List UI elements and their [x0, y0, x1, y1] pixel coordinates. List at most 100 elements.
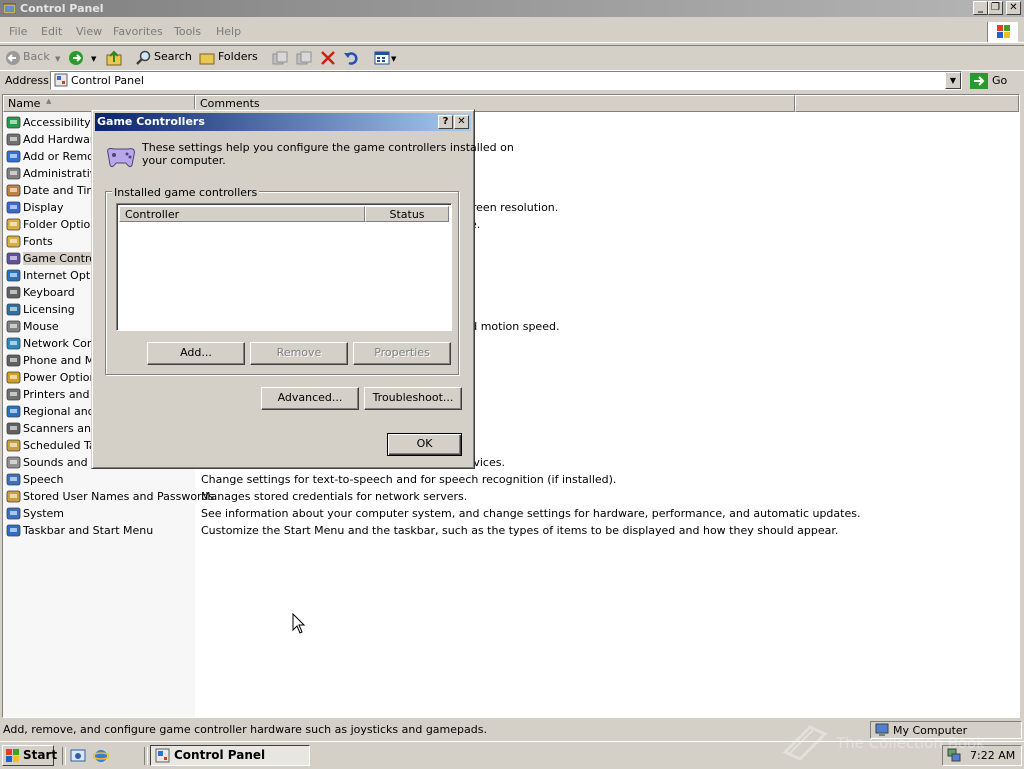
dialog-title: Game Controllers: [97, 115, 205, 128]
controller-list[interactable]: Controller Status: [116, 203, 452, 331]
game-controllers-dialog: Game Controllers ? ✕ These settings help…: [91, 109, 514, 469]
control-panel-icon: [54, 73, 68, 90]
list-item-name: Display: [23, 201, 64, 214]
up-folder-icon[interactable]: [105, 49, 123, 70]
help-button[interactable]: ?: [438, 115, 453, 129]
status-bar: Add, remove, and configure game controll…: [0, 720, 1024, 740]
list-item[interactable]: Speech Change settings for text-to-speech…: [3, 471, 1019, 488]
list-item-comment: Customize the Start Menu and the taskbar…: [201, 524, 839, 537]
applet-icon: [6, 268, 21, 283]
clock[interactable]: 7:22 AM: [970, 749, 1015, 762]
list-item-name: System: [23, 507, 65, 520]
list-item-name: Printers and F: [23, 388, 100, 401]
applet-icon: [6, 166, 21, 181]
search-button[interactable]: Search: [154, 50, 192, 63]
address-bar: Address Control Panel ▼ Go: [0, 70, 1024, 92]
search-icon[interactable]: [136, 50, 152, 69]
copy-to-icon[interactable]: [296, 51, 312, 68]
address-input[interactable]: Control Panel ▼: [50, 71, 962, 90]
sort-ascending-icon: ▲: [46, 97, 52, 105]
folders-icon[interactable]: [199, 50, 215, 69]
taskbar: Start Control Panel 7:22 AM: [0, 741, 1024, 769]
properties-button[interactable]: Properties: [353, 342, 451, 365]
list-item-name: Add Hardware: [23, 133, 101, 146]
window-titlebar[interactable]: Control Panel _ ❐ ✕: [0, 0, 1024, 17]
list-item-name: Stored User Names and Passwords: [23, 490, 215, 503]
my-computer-icon: [875, 723, 889, 740]
status-text: Add, remove, and configure game controll…: [3, 723, 487, 736]
start-button[interactable]: Start: [2, 745, 57, 766]
troubleshoot-button[interactable]: Troubleshoot...: [364, 387, 462, 410]
menu-favorites[interactable]: Favorites: [113, 25, 163, 38]
restore-button[interactable]: ❐: [988, 1, 1003, 15]
address-value: Control Panel: [71, 74, 144, 87]
back-dropdown-icon[interactable]: ▼: [55, 55, 60, 63]
forward-arrow-icon[interactable]: [68, 50, 84, 69]
gamepad-icon: [104, 143, 138, 174]
menu-edit[interactable]: Edit: [41, 25, 62, 38]
column-header-status[interactable]: Status: [365, 206, 449, 222]
windows-flag-icon: [6, 749, 20, 765]
menu-tools[interactable]: Tools: [174, 25, 201, 38]
applet-icon: [6, 421, 21, 436]
list-item[interactable]: System See information about your compute…: [3, 505, 1019, 522]
list-item[interactable]: Taskbar and Start Menu Customize the Star…: [3, 522, 1019, 539]
menu-help[interactable]: Help: [216, 25, 241, 38]
list-item-name: Scheduled Tas: [23, 439, 102, 452]
column-header-empty[interactable]: [795, 95, 1019, 112]
applet-icon: [6, 251, 21, 266]
list-item-name: Fonts: [23, 235, 53, 248]
minimize-button[interactable]: _: [973, 1, 988, 15]
internet-explorer-icon[interactable]: [92, 748, 110, 767]
close-button[interactable]: ✕: [1006, 1, 1021, 15]
applet-icon: [6, 234, 21, 249]
status-zone: My Computer: [870, 721, 1022, 739]
address-label: Address: [5, 74, 49, 87]
move-to-icon[interactable]: [272, 51, 288, 68]
quick-launch-divider: [62, 747, 66, 765]
applet-icon: [6, 200, 21, 215]
go-arrow-icon: [970, 73, 988, 92]
toolbar: Back ▼ ▼ Search Folders ▼: [0, 45, 1024, 71]
group-label: Installed game controllers: [112, 186, 260, 199]
back-button[interactable]: Back: [23, 50, 50, 63]
ok-button[interactable]: OK: [387, 433, 462, 456]
applet-icon: [6, 319, 21, 334]
system-tray: 7:22 AM: [942, 745, 1022, 766]
address-dropdown-button[interactable]: ▼: [945, 72, 961, 89]
windows-logo-icon: [987, 22, 1018, 42]
list-item-name: Speech: [23, 473, 64, 486]
folder-icon: [2, 2, 17, 15]
applet-icon: [6, 472, 21, 487]
list-item-name: Phone and Mo: [23, 354, 101, 367]
applet-icon: [6, 506, 21, 521]
list-item-name: Scanners and: [23, 422, 98, 435]
network-tray-icon[interactable]: [947, 748, 961, 765]
go-button[interactable]: Go: [968, 72, 1020, 90]
show-desktop-icon[interactable]: [70, 748, 86, 767]
column-header-controller[interactable]: Controller: [119, 206, 365, 222]
menu-bar: File Edit View Favorites Tools Help: [0, 22, 1024, 43]
applet-icon: [6, 149, 21, 164]
applet-icon: [6, 523, 21, 538]
forward-dropdown-icon[interactable]: ▼: [91, 55, 96, 63]
list-item-name: Licensing: [23, 303, 75, 316]
menu-file[interactable]: File: [9, 25, 27, 38]
folders-button[interactable]: Folders: [218, 50, 258, 63]
delete-icon[interactable]: [320, 50, 336, 69]
dialog-titlebar[interactable]: Game Controllers ? ✕: [95, 113, 471, 131]
applet-icon: [6, 489, 21, 504]
dialog-close-button[interactable]: ✕: [454, 115, 469, 129]
undo-icon[interactable]: [343, 50, 359, 69]
list-item-comment: Change settings for text-to-speech and f…: [201, 473, 617, 486]
back-arrow-icon[interactable]: [5, 50, 21, 69]
menu-view[interactable]: View: [76, 25, 102, 38]
add-button[interactable]: Add...: [147, 342, 245, 365]
views-dropdown-icon[interactable]: ▼: [391, 55, 396, 63]
dialog-description-line2: your computer.: [142, 154, 226, 167]
list-item[interactable]: Stored User Names and Passwords Manages s…: [3, 488, 1019, 505]
views-icon[interactable]: [374, 50, 390, 69]
taskbar-item-control-panel[interactable]: Control Panel: [150, 745, 310, 766]
advanced-button[interactable]: Advanced...: [261, 387, 359, 410]
remove-button[interactable]: Remove: [250, 342, 348, 365]
